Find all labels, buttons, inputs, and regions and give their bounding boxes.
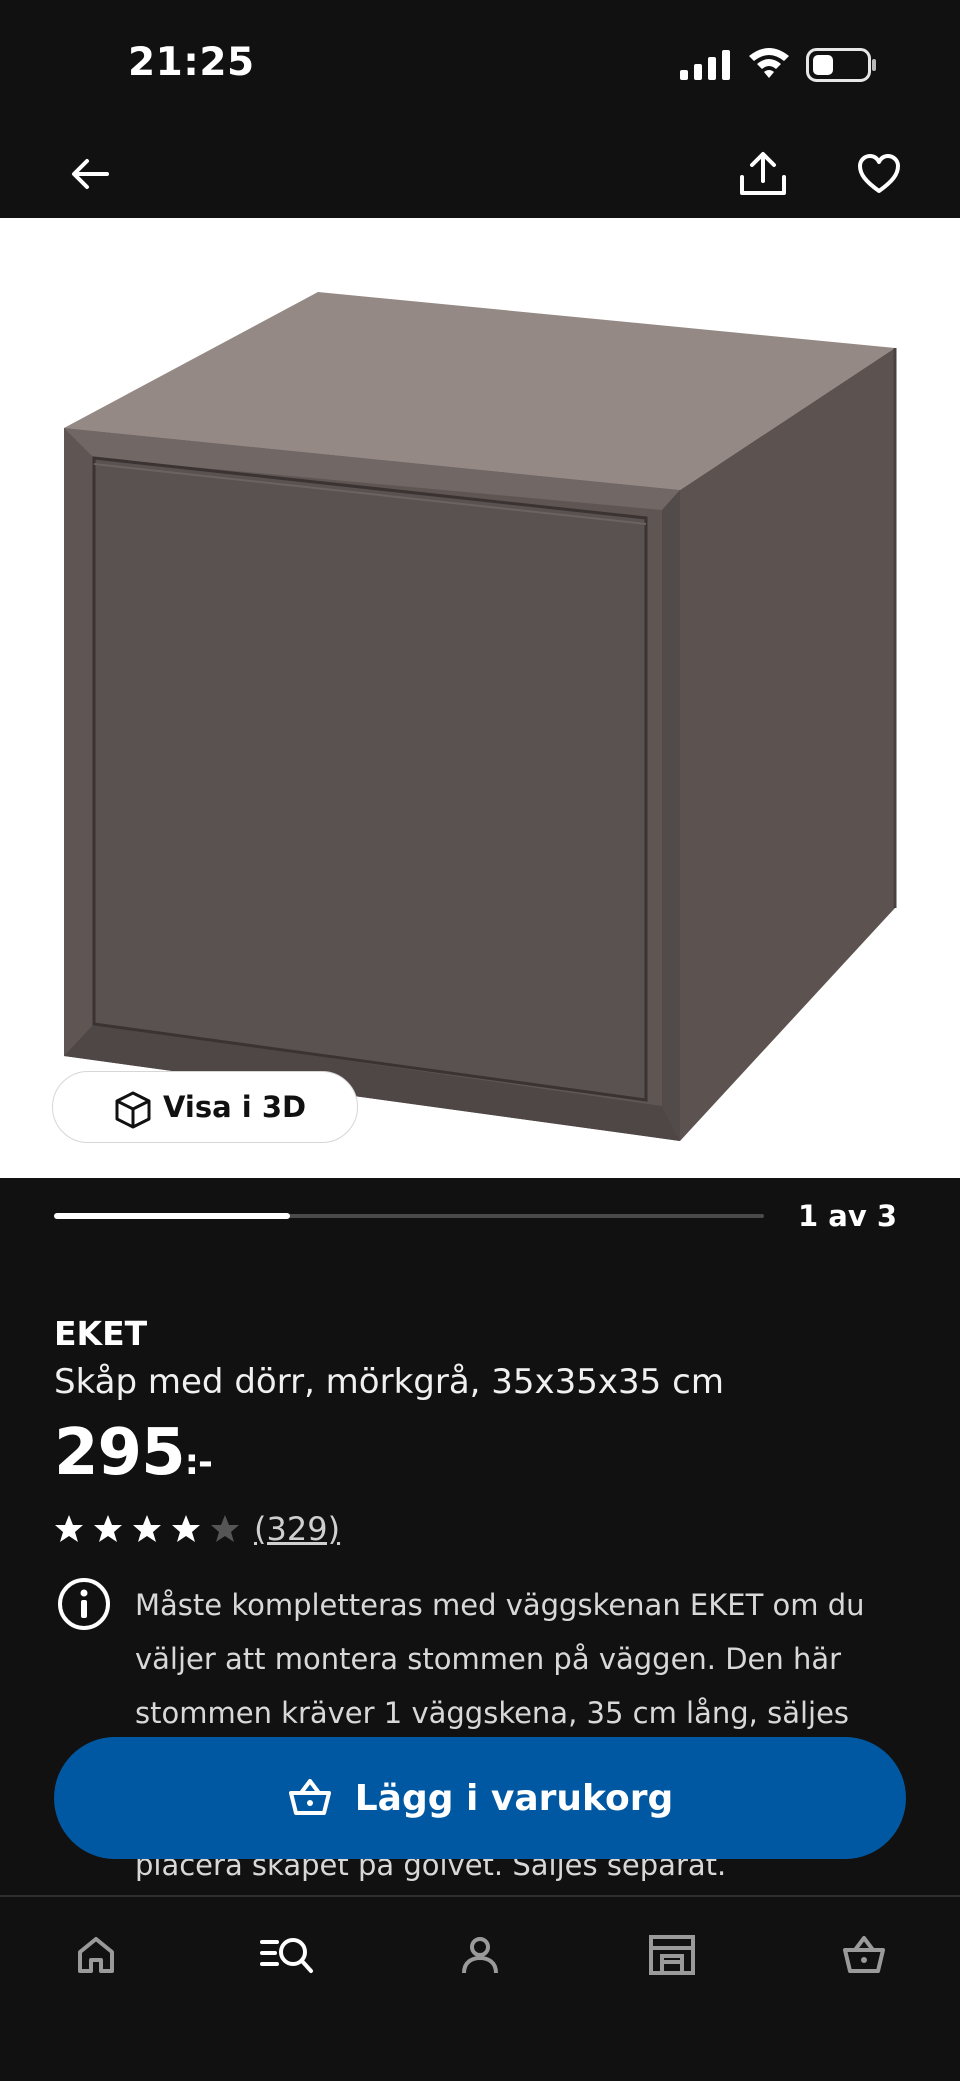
- nav-cart[interactable]: [834, 1925, 894, 1985]
- nav-home[interactable]: [66, 1925, 126, 1985]
- status-bar: 21:25: [0, 0, 960, 132]
- view-in-3d-button[interactable]: Visa i 3D: [52, 1071, 358, 1143]
- product-name: EKET: [54, 1314, 148, 1353]
- rating-stars[interactable]: [54, 1514, 240, 1544]
- back-arrow-icon: [72, 159, 109, 189]
- star-icon: [94, 1515, 122, 1542]
- star-icon: [55, 1515, 83, 1542]
- favorite-button[interactable]: [847, 142, 911, 206]
- view-in-3d-label: Visa i 3D: [163, 1090, 307, 1124]
- price-suffix: :-: [184, 1442, 213, 1483]
- star-icon: [172, 1515, 200, 1542]
- product-description: Skåp med dörr, mörkgrå, 35x35x35 cm: [54, 1362, 724, 1402]
- info-line: väljer att montera stommen på väggen. De…: [135, 1642, 842, 1676]
- store-icon: [649, 1935, 695, 1975]
- favorite-heart-icon: [858, 154, 900, 193]
- info-line: Måste kompletteras med väggskenan EKET o…: [135, 1588, 865, 1622]
- app-header: [0, 132, 960, 218]
- signal-icon: [680, 50, 730, 80]
- gallery-progress-fill: [54, 1213, 290, 1219]
- search-icon: [260, 1938, 313, 1973]
- gallery-page-indicator: 1 av 3: [798, 1199, 898, 1233]
- info-line: stommen kräver 1 väggskena, 35 cm lång, …: [135, 1696, 850, 1730]
- review-count-link[interactable]: (329): [254, 1510, 340, 1548]
- cabinet-image: [64, 292, 897, 1141]
- battery-icon: [806, 48, 876, 82]
- nav-profile[interactable]: [450, 1925, 510, 1985]
- status-time: 21:25: [128, 40, 255, 85]
- back-button[interactable]: [58, 142, 122, 206]
- share-button[interactable]: [731, 142, 795, 206]
- nav-search[interactable]: [257, 1925, 317, 1985]
- assembly-info-text: Måste kompletteras med väggskenan EKET o…: [135, 1578, 895, 1740]
- cube-3d-icon: [115, 1091, 151, 1129]
- shopping-basket-icon: [288, 1779, 331, 1815]
- product-price: 295:-: [54, 1416, 213, 1490]
- star-empty-icon: [211, 1515, 239, 1542]
- star-icon: [133, 1515, 161, 1542]
- cart-icon: [843, 1936, 885, 1973]
- wifi-icon: [749, 48, 789, 78]
- add-to-cart-button[interactable]: Lägg i varukorg: [54, 1737, 906, 1859]
- profile-icon: [462, 1937, 498, 1974]
- product-page: 21:25 Visa i 3D 1 av 3 EKET Skåp med dör…: [0, 0, 960, 2081]
- info-icon: [58, 1578, 110, 1630]
- share-icon: [740, 152, 786, 195]
- nav-stores[interactable]: [642, 1925, 702, 1985]
- product-image[interactable]: [0, 218, 960, 1178]
- bottom-navigation: [0, 1895, 960, 2081]
- price-value: 295: [54, 1416, 186, 1490]
- add-to-cart-label: Lägg i varukorg: [354, 1777, 674, 1819]
- home-icon: [78, 1937, 114, 1973]
